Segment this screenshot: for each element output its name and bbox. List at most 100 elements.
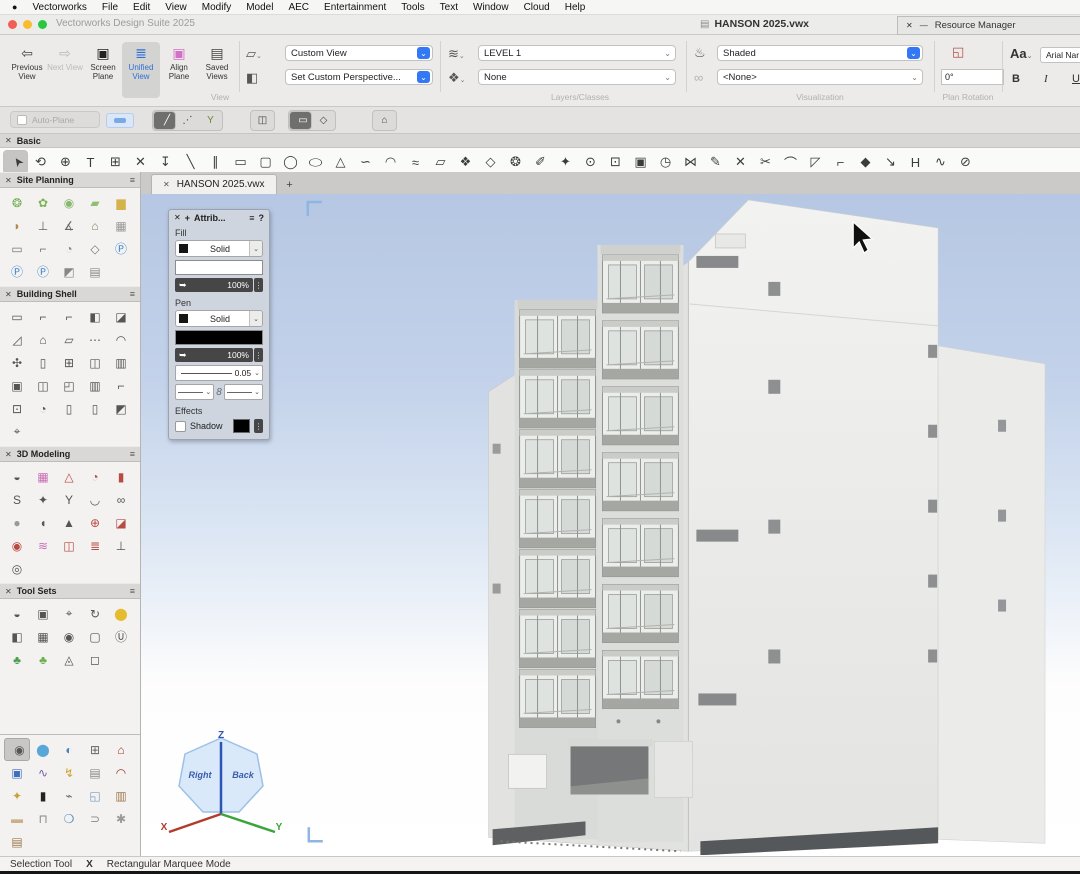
text-tool[interactable]: T xyxy=(78,150,103,174)
layer-select[interactable]: LEVEL 1 ⌄ xyxy=(478,45,676,61)
menu-item[interactable]: View xyxy=(165,2,187,13)
document-tab[interactable]: ✕ HANSON 2025.vwx xyxy=(151,174,277,194)
grade-tool[interactable]: ∡ xyxy=(56,214,82,237)
door-hardware-tool[interactable]: ✦ xyxy=(4,784,30,807)
bolt-tool[interactable]: ⌁ xyxy=(56,784,82,807)
screen-plane-button[interactable]: ▣ Screen Plane xyxy=(84,42,122,98)
new-tab-button[interactable]: + xyxy=(279,175,301,194)
framing-tool[interactable]: ⊡ xyxy=(4,397,30,420)
close-icon[interactable]: ✕ xyxy=(5,136,12,145)
menu-item[interactable]: Entertainment xyxy=(324,2,386,13)
curtain-wall-tool[interactable]: ▥ xyxy=(108,351,134,374)
rectangle-tool[interactable]: ▭ xyxy=(228,150,253,174)
dark-door-tool[interactable]: ▮ xyxy=(30,784,56,807)
line-weight-select[interactable]: 0.05 ⌄ xyxy=(175,365,263,381)
menu-item[interactable]: Text xyxy=(440,2,458,13)
wall-elbow-tool[interactable]: ⌐ xyxy=(108,374,134,397)
paintbrush-tool[interactable]: ✎ xyxy=(703,150,728,174)
triangle-tool[interactable]: △ xyxy=(328,150,353,174)
gear-tool[interactable]: ✱ xyxy=(108,807,134,830)
close-icon[interactable]: ✕ xyxy=(906,21,913,30)
arc-tool[interactable]: ◠ xyxy=(378,150,403,174)
eyedropper-tool[interactable]: ✐ xyxy=(528,150,553,174)
palette-menu-icon[interactable]: ≡ xyxy=(249,213,254,223)
bold-button[interactable]: B xyxy=(1012,73,1020,85)
trim-tool[interactable]: ✕ xyxy=(728,150,753,174)
plan-detail-tool[interactable]: ⌐ xyxy=(30,237,56,260)
automatic-working-plane[interactable]: ◫ xyxy=(251,111,274,130)
subtract-solids-tool[interactable]: ◪ xyxy=(108,511,134,534)
shadow-checkbox[interactable] xyxy=(175,421,186,432)
stake-object-tool[interactable]: ⊥ xyxy=(30,214,56,237)
massing-model-tool[interactable]: ▆ xyxy=(108,191,134,214)
site-modifier-tool[interactable]: ⌂ xyxy=(82,214,108,237)
selection-tool[interactable]: ➤ xyxy=(3,150,28,174)
freehand-tool[interactable]: ∽ xyxy=(353,150,378,174)
move-by-points-tool[interactable]: ⊡ xyxy=(603,150,628,174)
shadow-options-icon[interactable]: ⋮ xyxy=(254,419,263,433)
extract-tool[interactable]: △ xyxy=(56,465,82,488)
plan-rotation-input[interactable]: 0° xyxy=(941,69,1004,85)
tree-tool[interactable]: ♣ xyxy=(4,648,30,671)
stake-tool[interactable]: ↧ xyxy=(153,150,178,174)
close-icon[interactable]: ✕ xyxy=(5,450,12,459)
edit-viewport-tool[interactable]: ▦ xyxy=(30,625,56,648)
chevron-down-icon[interactable]: ⌄ xyxy=(254,369,260,377)
pen-style-select[interactable]: Solid ⌄ xyxy=(175,310,263,327)
camera-match-tool[interactable]: ◉ xyxy=(4,738,30,761)
plan-rotation-icon[interactable]: ◱ xyxy=(952,44,964,60)
zoom-tool[interactable]: ⊕ xyxy=(53,150,78,174)
close-tab-icon[interactable]: ✕ xyxy=(163,180,170,189)
close-icon[interactable]: ✕ xyxy=(5,176,12,185)
brick-tool[interactable]: ▤ xyxy=(82,761,108,784)
text-style-button[interactable]: Aa⌄ xyxy=(1010,46,1033,61)
offset-tool[interactable]: ⌐ xyxy=(828,150,853,174)
unreal-tool[interactable]: Ⓤ xyxy=(108,625,134,648)
wall-tool[interactable]: ▭ xyxy=(4,305,30,328)
wall-end-cap-tool[interactable]: ◧ xyxy=(82,305,108,328)
roof-face-tool[interactable]: ◿ xyxy=(4,328,30,351)
triad-tool[interactable]: Y xyxy=(56,488,82,511)
auto-plane-toggle[interactable]: Auto-Plane xyxy=(10,111,100,128)
fitting-tool[interactable]: ⊃ xyxy=(82,807,108,830)
saved-views-button[interactable]: ▤ Saved Views xyxy=(198,42,236,98)
massing-model-alt-tool[interactable]: ◩ xyxy=(56,260,82,283)
mesh-tool[interactable]: ✦ xyxy=(30,488,56,511)
render-bitmap-tool[interactable]: ◧ xyxy=(4,625,30,648)
controller-tool[interactable]: ∿ xyxy=(30,761,56,784)
curved-slab-tool[interactable]: ◔ xyxy=(30,397,56,420)
parking-spaces-tool[interactable]: Ⓟ xyxy=(108,237,134,260)
drawing-viewport[interactable]: ✕ + Attrib... ≡ ? Fill Solid ⌄ xyxy=(141,194,1080,856)
plant-tool[interactable]: ◉ xyxy=(56,191,82,214)
roofing-tool[interactable]: ▱ xyxy=(56,328,82,351)
fill-opacity-bar[interactable]: ➥ 100% xyxy=(175,278,253,292)
awning-tool[interactable]: ◠ xyxy=(108,761,134,784)
fill-style-select[interactable]: Solid ⌄ xyxy=(175,240,263,257)
previous-view-button[interactable]: ⇦ Previous View xyxy=(8,42,46,98)
crate-tool[interactable]: ▥ xyxy=(108,784,134,807)
minimize-window-button[interactable] xyxy=(23,20,32,29)
link-markers-icon[interactable]: 8 xyxy=(216,387,222,398)
selection-marker-tool[interactable]: ⊞ xyxy=(103,150,128,174)
cloud-tool[interactable]: ≈ xyxy=(403,150,428,174)
rotate-tool[interactable]: ◷ xyxy=(653,150,678,174)
orientation-cube-widget[interactable]: Z X Y Right Back xyxy=(159,726,283,838)
reshape-tool[interactable]: ▣ xyxy=(628,150,653,174)
existing-tree-tool[interactable]: ❂ xyxy=(4,191,30,214)
line-style-start-select[interactable]: ⌄ xyxy=(175,384,214,400)
intersect-solids-tool[interactable]: ◉ xyxy=(4,534,30,557)
wall-join-tool[interactable]: ⌐ xyxy=(30,305,56,328)
snap-to-distance[interactable]: ⋰ xyxy=(176,111,199,130)
palette-menu-icon[interactable]: ≡ xyxy=(130,175,135,185)
column-base-tool[interactable]: ⌖ xyxy=(4,420,30,443)
twist-tool[interactable]: S xyxy=(4,488,30,511)
snap-to-point[interactable]: ╱ xyxy=(153,111,176,130)
analyze-tool[interactable]: ◎ xyxy=(4,557,30,580)
curved-wall-tool[interactable]: ◠ xyxy=(108,328,134,351)
resize-tool[interactable]: ↘ xyxy=(878,150,903,174)
camera-select[interactable]: <None> ⌄ xyxy=(717,69,923,85)
glazing-tool[interactable]: ◱ xyxy=(82,784,108,807)
chevron-down-icon[interactable]: ⌄ xyxy=(254,388,260,396)
chevron-down-icon[interactable]: ⌄ xyxy=(249,241,262,256)
flyover-tool[interactable]: ⟲ xyxy=(28,150,53,174)
